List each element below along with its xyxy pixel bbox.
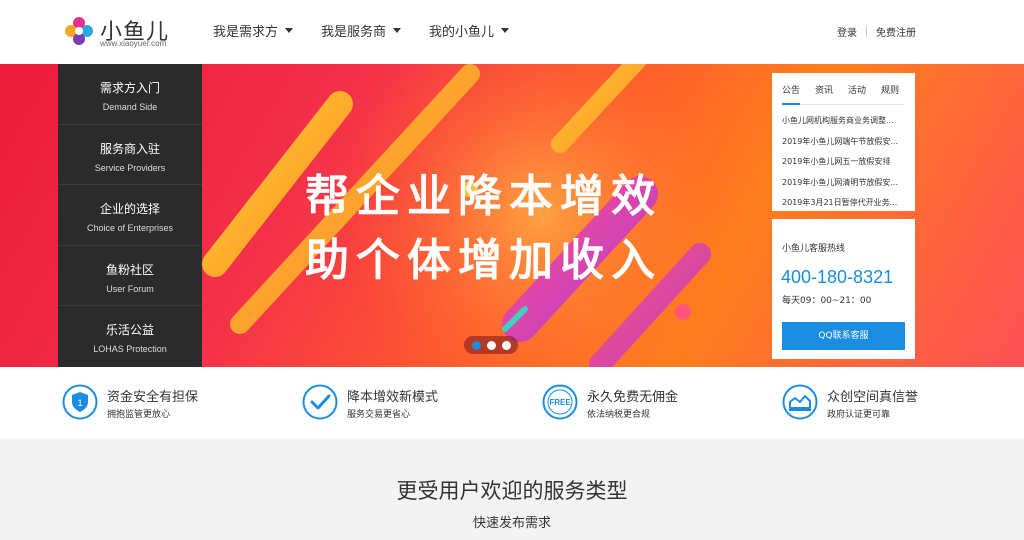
side-item-demand-side[interactable]: 需求方入门 Demand Side (58, 64, 202, 125)
side-item-label: 服务商入驻 (99, 141, 160, 156)
caret-down-icon (501, 28, 510, 33)
banner-slogan-line2: 助个体增加收入 (305, 235, 662, 286)
svg-text:1: 1 (77, 398, 82, 408)
hotline-panel: 小鱼儿客服热线 400-180-8321 每天09：00~21：00 QQ联系客… (772, 219, 915, 359)
carousel-dot-3[interactable] (501, 340, 511, 350)
fish-logo-icon (65, 17, 93, 45)
auth-links: 登录 免费注册 (837, 24, 916, 39)
hotline-hours: 每天09：00~21：00 (782, 296, 872, 306)
tab-announcements[interactable]: 公告 (782, 81, 801, 105)
features-bar: 1 资金安全有担保 拥抱监管更放心 降本增效新模式 服务交易更省心 FREE 永… (0, 367, 1024, 439)
list-item[interactable]: 小鱼儿网机构服务商业务调整... (782, 115, 905, 136)
divider (866, 26, 867, 37)
shield-icon: 1 (62, 384, 98, 420)
tab-rules[interactable]: 规则 (881, 81, 899, 105)
carousel-dot-1[interactable] (471, 340, 481, 350)
register-link[interactable]: 免费注册 (876, 24, 916, 39)
list-item[interactable]: 2019年小鱼儿网五一放假安排 (782, 156, 905, 177)
nav-label: 我是需求方 (213, 25, 279, 40)
feature-title: 资金安全有担保 (107, 390, 199, 405)
carousel-indicators (464, 336, 518, 354)
side-item-sublabel: User Forum (106, 283, 154, 294)
nav-demand-side[interactable]: 我是需求方 (213, 21, 294, 40)
svg-text:FREE: FREE (549, 398, 571, 407)
side-item-sublabel: Service Providers (94, 162, 166, 173)
side-item-label: 乐活公益 (105, 323, 154, 338)
side-item-label: 需求方入门 (99, 81, 160, 95)
nav-my-account[interactable]: 我的小鱼儿 (429, 21, 510, 40)
side-item-enterprises[interactable]: 企业的选择 Choice of Enterprises (58, 185, 202, 246)
feature-subtitle: 依法纳税更合规 (587, 410, 651, 420)
feature-subtitle: 服务交易更省心 (347, 410, 411, 420)
side-item-sublabel: Demand Side (102, 102, 158, 112)
list-item[interactable]: 2019年小鱼儿网清明节放假安... (782, 177, 905, 198)
check-icon (302, 384, 338, 420)
section-subtitle: 快速发布需求 (472, 516, 551, 531)
tab-events[interactable]: 活动 (848, 81, 866, 105)
top-header: 小鱼儿 www.xiaoyuer.com 我是需求方 我是服务商 我的小鱼儿 登… (0, 0, 1024, 64)
category-side-menu: 需求方入门 Demand Side 服务商入驻 Service Provider… (58, 64, 202, 367)
hotline-phone: 400-180-8321 (781, 267, 894, 287)
qq-contact-button[interactable]: QQ联系客服 (782, 322, 905, 350)
side-item-lohas[interactable]: 乐活公益 LOHAS Protection (58, 306, 202, 367)
caret-down-icon (285, 28, 294, 33)
building-icon (782, 384, 818, 420)
side-item-label: 企业的选择 (99, 202, 160, 217)
banner-slogan-line1: 帮企业降本增效 (305, 171, 662, 222)
side-item-service-providers[interactable]: 服务商入驻 Service Providers (58, 125, 202, 186)
notice-tabs: 公告 资讯 活动 规则 (782, 81, 905, 105)
notice-list: 小鱼儿网机构服务商业务调整... 2019年小鱼儿网端午节放假安... 2019… (782, 115, 905, 218)
nav-label: 我的小鱼儿 (429, 25, 495, 40)
login-link[interactable]: 登录 (837, 24, 857, 39)
feature-title: 降本增效新模式 (347, 390, 439, 405)
caret-down-icon (393, 28, 402, 33)
main-nav: 我是需求方 我是服务商 我的小鱼儿 (213, 21, 537, 40)
side-item-sublabel: Choice of Enterprises (86, 223, 174, 234)
feature-title: 众创空间真信誉 (827, 390, 919, 405)
carousel-dot-2[interactable] (486, 340, 496, 350)
tab-news[interactable]: 资讯 (815, 81, 833, 105)
list-item[interactable]: 2019年小鱼儿网端午节放假安... (782, 136, 905, 157)
feature-subtitle: 拥抱监管更放心 (107, 410, 171, 420)
side-item-sublabel: LOHAS Protection (93, 344, 167, 355)
side-item-user-forum[interactable]: 鱼粉社区 User Forum (58, 246, 202, 307)
site-logo[interactable]: 小鱼儿 www.xiaoyuer.com (62, 12, 182, 52)
nav-label: 我是服务商 (321, 25, 387, 40)
feature-title: 永久免费无佣金 (587, 390, 679, 405)
feature-subtitle: 政府认证更可靠 (827, 410, 891, 420)
side-item-label: 鱼粉社区 (105, 262, 154, 277)
free-icon: FREE (542, 384, 578, 420)
notice-panel: 公告 资讯 活动 规则 小鱼儿网机构服务商业务调整... 2019年小鱼儿网端午… (772, 73, 915, 211)
logo-url: www.xiaoyuer.com (100, 39, 167, 48)
list-item[interactable]: 2019年3月21日暂停代开业务... (782, 197, 905, 218)
hotline-title: 小鱼儿客服热线 (782, 244, 846, 254)
nav-service-provider[interactable]: 我是服务商 (321, 21, 402, 40)
section-title: 更受用户欢迎的服务类型 (396, 479, 628, 503)
